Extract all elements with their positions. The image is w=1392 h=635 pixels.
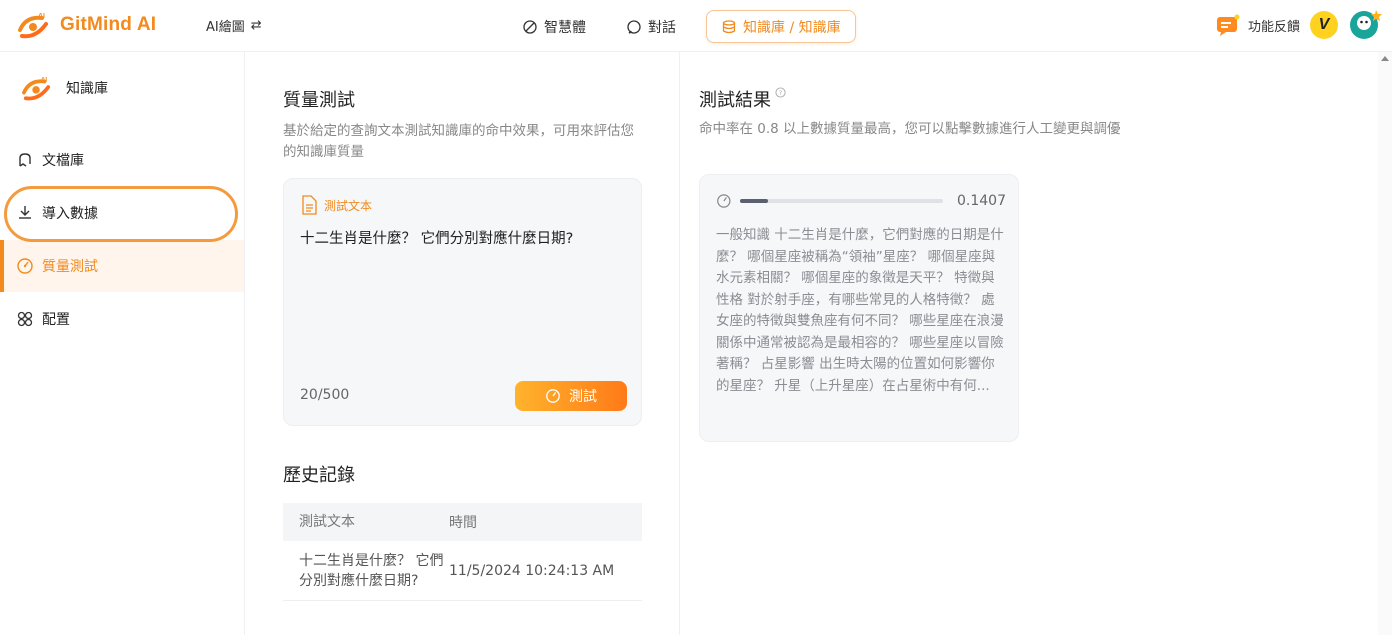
feedback-button[interactable]: 功能反饋 <box>1216 14 1300 36</box>
result-text: 一般知識 十二生肖是什麼，它們對應的日期是什麼？ 哪個星座被稱為“領袖”星座？ … <box>716 227 1004 394</box>
gitmind-logo[interactable]: AI GitMind AI <box>16 10 156 40</box>
svg-text:AI: AI <box>38 13 45 20</box>
test-text-label-text: 測試文本 <box>324 198 373 213</box>
svg-text:AI: AI <box>41 76 48 83</box>
ai-draw-label: AI繪圖 <box>206 20 245 35</box>
vip-badge[interactable]: V <box>1310 11 1338 39</box>
import-icon <box>19 206 31 219</box>
svg-text:?: ? <box>779 89 782 97</box>
gitmind-logo-icon: AI <box>18 13 48 39</box>
result-title-wrap: 測試結果 ? <box>699 86 786 112</box>
main-nav: 智慧體 對話 知識庫 / 知識庫 <box>510 10 856 43</box>
sidebar-item-label: 質量測試 <box>42 259 98 275</box>
result-title: 測試結果 <box>699 90 771 111</box>
ai-draw-switch[interactable]: AI繪圖 ⇄ <box>206 16 262 35</box>
sidebar-item-documents[interactable]: 文檔庫 <box>0 134 244 186</box>
row-test-text: 十二生肖是什麼？ 它們分別對應什麼日期? <box>299 552 444 589</box>
gauge-icon <box>717 194 731 208</box>
quality-test-title: 質量測試 <box>283 90 355 111</box>
nav-agent-label: 智慧體 <box>544 19 586 36</box>
score-bar-fill <box>739 199 769 203</box>
agent-icon <box>523 19 537 34</box>
column-divider <box>679 52 680 635</box>
run-test-button[interactable]: 測試 <box>515 381 627 411</box>
run-test-label: 測試 <box>569 389 597 405</box>
user-avatar[interactable] <box>1348 8 1382 42</box>
help-icon[interactable]: ? <box>775 87 786 98</box>
sidebar-item-label: 導入數據 <box>42 206 98 222</box>
test-input-card: 測試文本 十二生肖是什麼？ 它們分別對應什麼日期? 20/500 測試 <box>283 178 642 426</box>
user-avatar-icon <box>1350 10 1382 39</box>
history-title: 歷史記錄 <box>283 465 355 486</box>
sidebar-item-import[interactable]: 導入數據 <box>0 187 244 239</box>
database-icon <box>722 19 736 33</box>
sidebar-item-label: 文檔庫 <box>42 153 84 169</box>
config-icon <box>17 311 33 327</box>
table-row[interactable]: 十二生肖是什麼？ 它們分別對應什麼日期? 11/5/2024 10:24:13 … <box>283 541 642 601</box>
sidebar-item-quality-test[interactable]: 質量測試 <box>0 240 244 292</box>
gitmind-logo-icon: AI <box>22 76 51 101</box>
result-description: 命中率在 0.8 以上數據質量最高，您可以點擊數據進行人工變更與調優 <box>699 121 1121 137</box>
vip-badge-letter: V <box>1318 16 1330 33</box>
header-test-text: 測試文本 <box>299 514 355 530</box>
history-table: 測試文本 時間 十二生肖是什麼？ 它們分別對應什麼日期? 11/5/2024 1… <box>283 503 642 601</box>
scroll-up-arrow-icon[interactable] <box>1381 56 1389 61</box>
sidebar: AI 知識庫 文檔庫 導入數據 質量測試 配置 <box>0 52 245 635</box>
score-value: 0.1407 <box>957 193 1006 209</box>
row-time: 11/5/2024 10:24:13 AM <box>449 562 615 579</box>
sidebar-item-config[interactable]: 配置 <box>0 293 244 345</box>
nav-chat[interactable]: 對話 <box>614 10 688 43</box>
logo-text: GitMind AI <box>60 14 157 35</box>
quality-test-description: 基於給定的查詢文本測試知識庫的命中效果，可用來評估您的知識庫質量 <box>283 123 634 160</box>
gauge-icon <box>546 389 560 403</box>
sidebar-item-label: 配置 <box>42 312 70 328</box>
header-actions: 功能反饋 V <box>1216 8 1382 42</box>
top-navbar: AI GitMind AI AI繪圖 ⇄ 智慧體 對話 知識庫 / 知識庫 功能… <box>0 0 1392 52</box>
document-library-icon <box>19 153 31 167</box>
header-time: 時間 <box>449 515 477 531</box>
sidebar-title: 知識庫 <box>66 81 108 97</box>
nav-chat-label: 對話 <box>648 19 676 36</box>
test-text-label: 測試文本 <box>300 195 372 215</box>
nav-agent[interactable]: 智慧體 <box>510 10 598 43</box>
switch-icon: ⇄ <box>250 18 262 33</box>
nav-knowledge-base-label: 知識庫 / 知識庫 <box>743 19 841 36</box>
document-icon <box>302 195 317 215</box>
feedback-icon <box>1216 14 1240 36</box>
score-bar <box>739 199 943 203</box>
sidebar-brand: AI 知識庫 <box>18 74 108 102</box>
quality-test-icon <box>17 258 33 274</box>
feedback-label: 功能反饋 <box>1247 19 1300 35</box>
test-text-input[interactable]: 十二生肖是什麼？ 它們分別對應什麼日期? <box>300 227 573 248</box>
character-count: 20/500 <box>300 387 350 403</box>
chat-icon <box>627 19 641 34</box>
table-header: 測試文本 時間 <box>283 503 642 541</box>
score-row: 0.1407 <box>716 193 1006 209</box>
nav-knowledge-base[interactable]: 知識庫 / 知識庫 <box>706 10 856 43</box>
scrollbar[interactable] <box>1378 52 1392 635</box>
result-card[interactable]: 0.1407 一般知識 十二生肖是什麼，它們對應的日期是什麼？ 哪個星座被稱為“… <box>699 174 1019 442</box>
